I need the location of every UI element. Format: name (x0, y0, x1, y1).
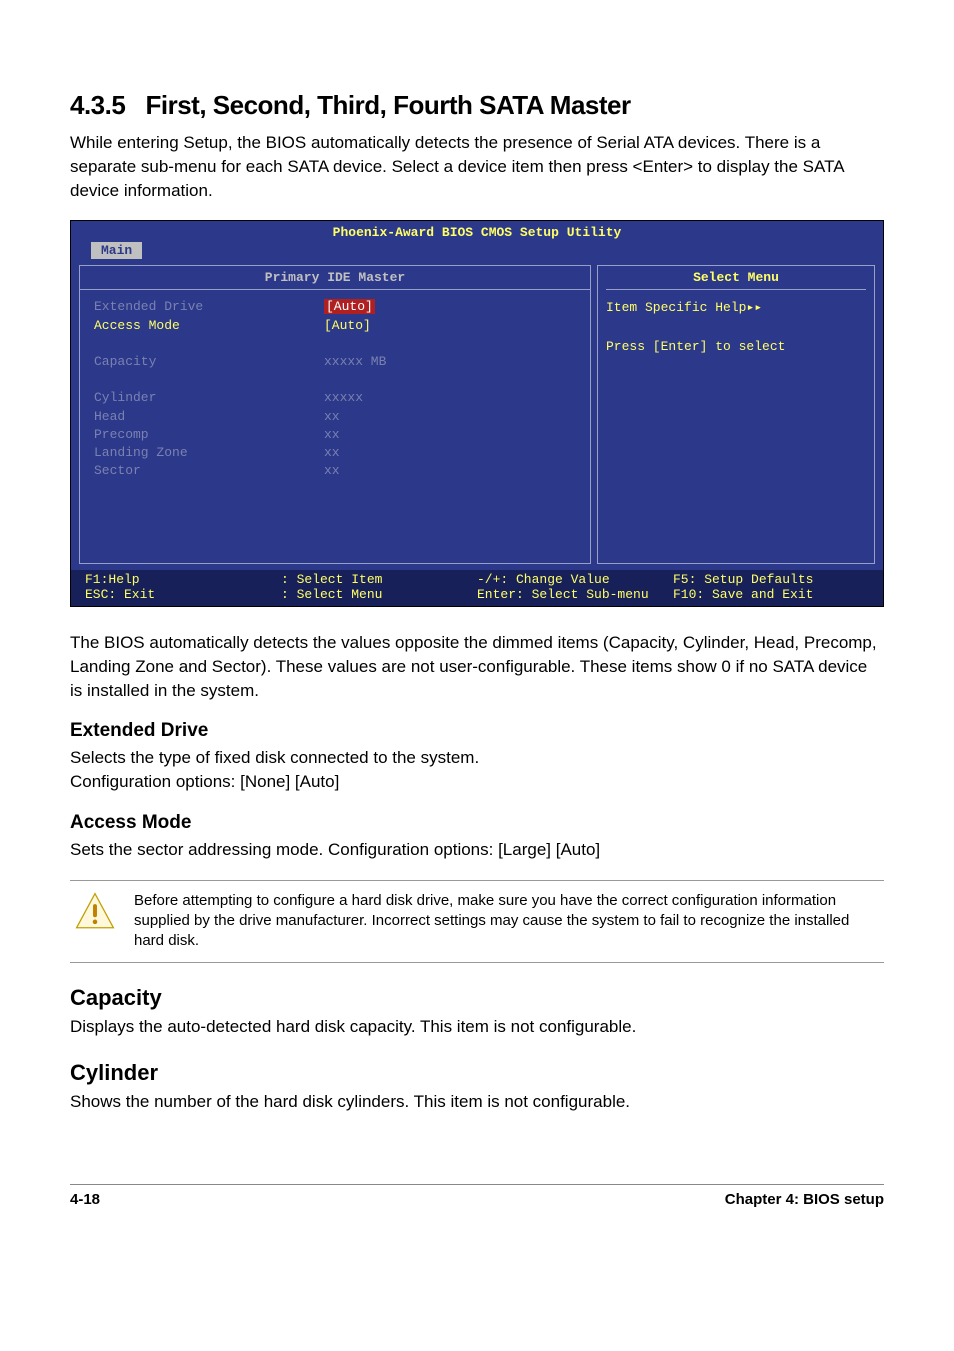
bios-field-label: Precomp (94, 426, 324, 444)
caution-icon (74, 891, 116, 933)
bios-field-value: xx (324, 426, 576, 444)
bios-tab-main[interactable]: Main (91, 242, 142, 259)
section-number: 4.3.5 (70, 90, 125, 120)
subsection-heading-extended-drive: Extended Drive (70, 720, 884, 742)
bios-field-value: xx (324, 408, 576, 426)
bios-field-label: Landing Zone (94, 444, 324, 462)
bios-key-hint: ESC: Exit (85, 587, 155, 602)
bios-field-value: xxxxx MB (324, 353, 576, 371)
bios-key-hint: Enter: Select Sub-menu (477, 587, 649, 602)
bios-field-value: xx (324, 444, 576, 462)
caution-note: Before attempting to configure a hard di… (70, 880, 884, 963)
bios-help-line1: Item Specific Help (606, 300, 746, 315)
subsection-heading-capacity: Capacity (70, 985, 884, 1011)
section-heading: 4.3.5 First, Second, Third, Fourth SATA … (70, 90, 884, 121)
bios-field-value: xxxxx (324, 389, 576, 407)
bios-key-hint: : Select Menu (281, 587, 382, 602)
bios-key-hint: F1:Help (85, 572, 140, 587)
bios-key-hint: : Select Item (281, 572, 382, 587)
bios-right-header: Select Menu (606, 270, 866, 289)
page-number: 4-18 (70, 1191, 100, 1208)
bios-field-value[interactable]: [Auto] (324, 299, 375, 314)
bios-field-label: Capacity (94, 353, 324, 371)
subsection-body: Selects the type of fixed disk connected… (70, 746, 884, 794)
bios-help-line2: Press [Enter] to select (606, 339, 785, 354)
bios-tab-bar: Main (71, 242, 883, 261)
bios-left-header: Primary IDE Master (80, 270, 590, 289)
bios-field-label: Extended Drive (94, 298, 324, 316)
bios-field-label: Access Mode (94, 317, 324, 335)
bios-field-label: Sector (94, 462, 324, 480)
bios-left-panel: Primary IDE Master Extended Drive[Auto] … (79, 265, 591, 564)
bios-key-hint: F5: Setup Defaults (673, 572, 813, 587)
bios-field-value[interactable]: [Auto] (324, 317, 576, 335)
chapter-label: Chapter 4: BIOS setup (725, 1191, 884, 1208)
bios-screenshot: Phoenix-Award BIOS CMOS Setup Utility Ma… (70, 220, 884, 607)
subsection-body: Shows the number of the hard disk cylind… (70, 1090, 884, 1114)
subsection-heading-access-mode: Access Mode (70, 812, 884, 834)
bios-footer-bar: F1:Help ESC: Exit : Select Item : Select… (71, 570, 883, 606)
page-footer: 4-18 Chapter 4: BIOS setup (70, 1184, 884, 1208)
bios-field-label: Cylinder (94, 389, 324, 407)
section-intro: While entering Setup, the BIOS automatic… (70, 131, 884, 202)
subsection-body: Sets the sector addressing mode. Configu… (70, 838, 884, 862)
bios-window-title: Phoenix-Award BIOS CMOS Setup Utility (71, 221, 883, 242)
bios-field-value: xx (324, 462, 576, 480)
subsection-body: Displays the auto-detected hard disk cap… (70, 1015, 884, 1039)
bios-field-label: Head (94, 408, 324, 426)
after-bios-paragraph: The BIOS automatically detects the value… (70, 631, 884, 702)
bios-right-panel: Select Menu Item Specific Help▸▸ Press [… (597, 265, 875, 564)
bios-key-hint: -/+: Change Value (477, 572, 610, 587)
right-arrows-icon: ▸▸ (746, 300, 762, 315)
caution-note-text: Before attempting to configure a hard di… (134, 891, 880, 952)
subsection-heading-cylinder: Cylinder (70, 1060, 884, 1086)
bios-key-hint: F10: Save and Exit (673, 587, 813, 602)
section-title-text: First, Second, Third, Fourth SATA Master (146, 90, 631, 120)
